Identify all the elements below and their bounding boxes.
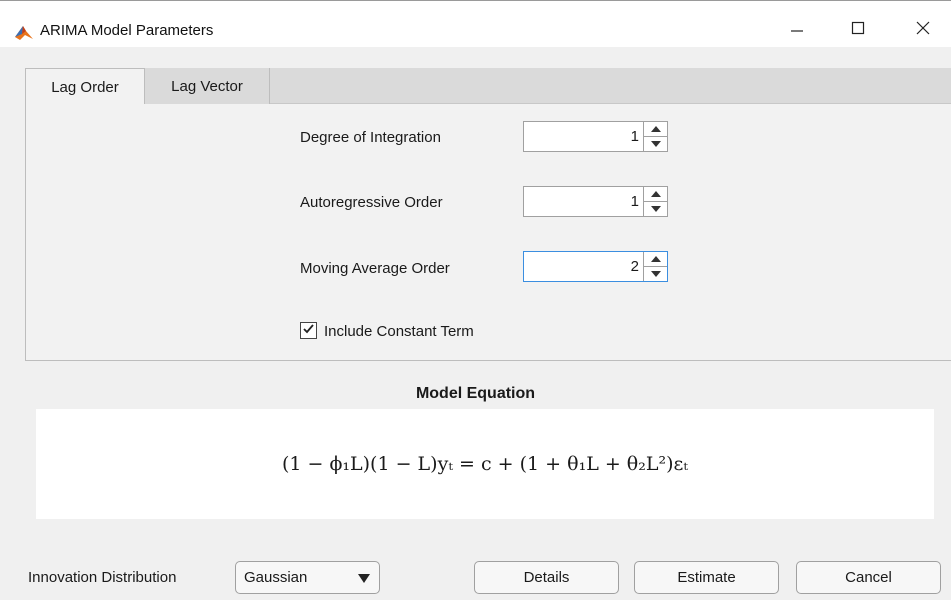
- include-constant-label[interactable]: Include Constant Term: [324, 323, 474, 340]
- innovation-distribution-label: Innovation Distribution: [28, 569, 177, 586]
- estimate-button[interactable]: Estimate: [634, 561, 779, 594]
- decrement-button[interactable]: [644, 137, 667, 151]
- title-bar: ARIMA Model Parameters: [0, 1, 951, 47]
- degree-of-integration-spinner[interactable]: 1: [523, 121, 668, 152]
- decrement-button[interactable]: [644, 267, 667, 281]
- lag-order-tab-content: [25, 104, 951, 361]
- arima-dialog: ARIMA Model Parameters Lag Order Lag Vec…: [0, 0, 951, 600]
- moving-average-order-label: Moving Average Order: [300, 260, 450, 277]
- details-button[interactable]: Details: [474, 561, 619, 594]
- close-button[interactable]: [901, 13, 945, 47]
- arrow-up-icon: [650, 256, 661, 262]
- increment-button[interactable]: [644, 252, 667, 267]
- model-equation-heading: Model Equation: [415, 385, 536, 402]
- increment-button[interactable]: [644, 187, 667, 202]
- tab-panel: Lag Order Lag Vector: [25, 68, 951, 361]
- moving-average-order-spinner[interactable]: 2: [523, 251, 668, 282]
- decrement-button[interactable]: [644, 202, 667, 216]
- degree-of-integration-value[interactable]: 1: [524, 122, 643, 151]
- maximize-icon: [851, 21, 865, 39]
- tab-lag-order[interactable]: Lag Order: [25, 68, 145, 105]
- model-equation-box: (1 − ϕ₁L)(1 − L)yₜ = c + (1 + θ₁L + θ₂L²…: [36, 409, 934, 519]
- close-icon: [916, 21, 930, 39]
- tab-strip: Lag Order Lag Vector: [25, 68, 951, 105]
- maximize-button[interactable]: [836, 13, 880, 47]
- window-title: ARIMA Model Parameters: [40, 22, 214, 39]
- checkmark-icon: [302, 322, 315, 339]
- include-constant-checkbox[interactable]: [300, 322, 317, 339]
- arrow-down-icon: [650, 141, 661, 147]
- arrow-up-icon: [650, 191, 661, 197]
- minimize-icon: [790, 21, 804, 39]
- model-equation: (1 − ϕ₁L)(1 − L)yₜ = c + (1 + θ₁L + θ₂L²…: [281, 453, 689, 475]
- arrow-down-icon: [650, 206, 661, 212]
- increment-button[interactable]: [644, 122, 667, 137]
- autoregressive-order-value[interactable]: 1: [524, 187, 643, 216]
- arrow-down-icon: [650, 271, 661, 277]
- spinner-arrows: [643, 122, 667, 151]
- spinner-arrows: [643, 252, 667, 281]
- tab-lag-vector[interactable]: Lag Vector: [145, 68, 270, 105]
- minimize-button[interactable]: [775, 13, 819, 47]
- dropdown-arrow-icon: [358, 574, 370, 583]
- moving-average-order-value[interactable]: 2: [524, 252, 643, 281]
- autoregressive-order-label: Autoregressive Order: [300, 194, 443, 211]
- matlab-icon: [14, 23, 34, 41]
- innovation-distribution-dropdown[interactable]: Gaussian: [235, 561, 380, 594]
- cancel-button[interactable]: Cancel: [796, 561, 941, 594]
- spinner-arrows: [643, 187, 667, 216]
- degree-of-integration-label: Degree of Integration: [300, 129, 441, 146]
- innovation-distribution-value: Gaussian: [244, 569, 308, 586]
- autoregressive-order-spinner[interactable]: 1: [523, 186, 668, 217]
- arrow-up-icon: [650, 126, 661, 132]
